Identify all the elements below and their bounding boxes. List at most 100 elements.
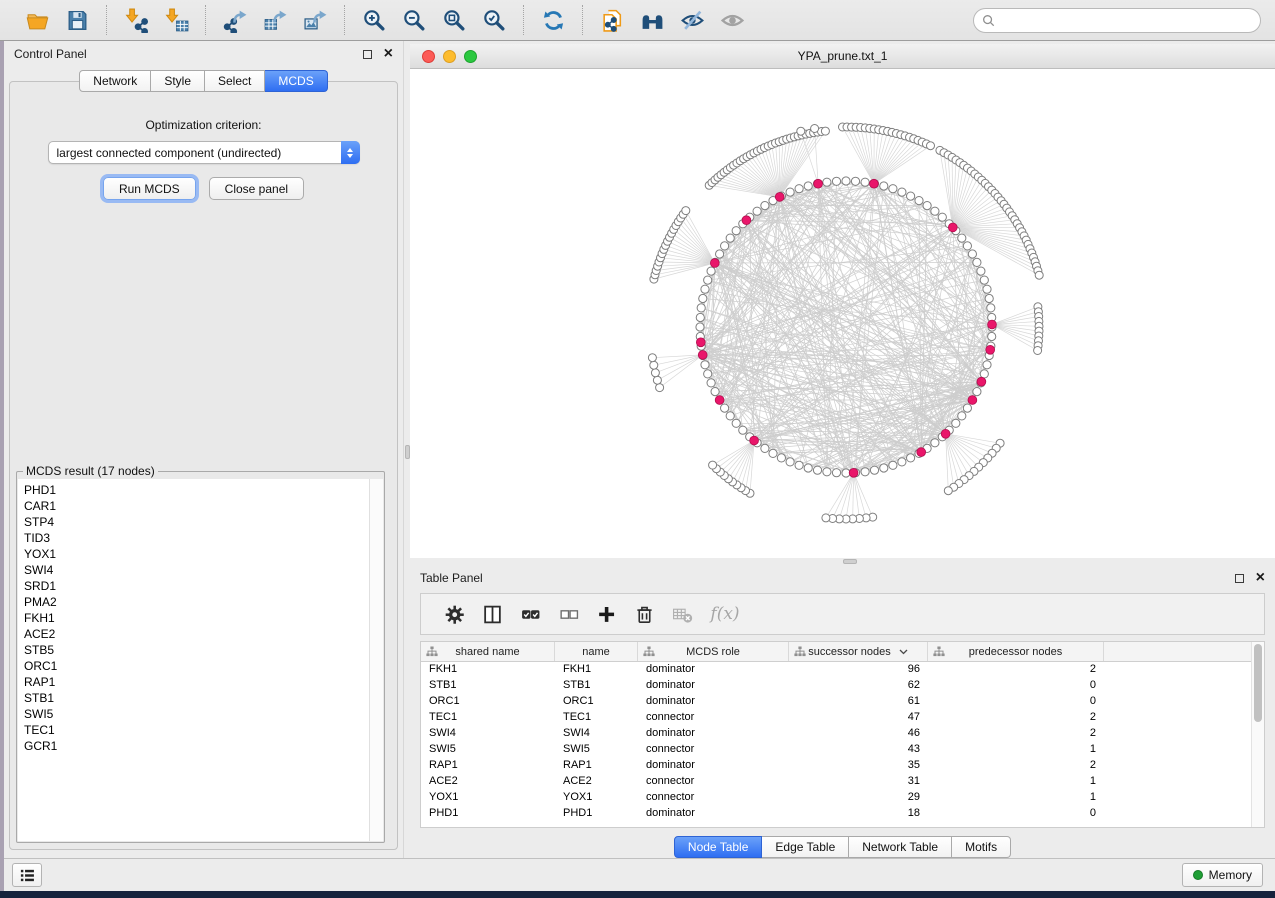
table-row[interactable]: ACE2ACE2connector311 [421, 774, 1251, 790]
column-layout-button[interactable] [473, 598, 511, 630]
mcds-result-item[interactable]: SWI4 [24, 562, 369, 578]
mcds-result-item[interactable]: STB1 [24, 690, 369, 706]
horizontal-splitter-grip[interactable] [843, 559, 857, 564]
run-mcds-button[interactable]: Run MCDS [103, 177, 196, 200]
table-cell-name[interactable]: STB1 [555, 678, 638, 694]
add-entry-button[interactable] [587, 598, 625, 630]
mcds-result-item[interactable]: STP4 [24, 514, 369, 530]
tab-network[interactable]: Network [79, 70, 151, 92]
table-cell-shared-name[interactable]: FKH1 [421, 662, 555, 678]
zoom-fit-button[interactable] [434, 5, 474, 35]
table-scrollbar-thumb[interactable] [1254, 644, 1262, 722]
mcds-result-item[interactable]: ORC1 [24, 658, 369, 674]
deselect-all-button[interactable] [549, 598, 587, 630]
float-table-panel-icon[interactable] [1235, 574, 1244, 583]
close-panel-button[interactable]: Close panel [209, 177, 304, 200]
refresh-button[interactable] [533, 5, 573, 35]
table-row[interactable]: RAP1RAP1dominator352 [421, 758, 1251, 774]
task-history-button[interactable] [12, 863, 42, 887]
search-box[interactable] [973, 8, 1261, 33]
mcds-result-item[interactable]: STB5 [24, 642, 369, 658]
zoom-in-button[interactable] [354, 5, 394, 35]
save-session-button[interactable] [57, 5, 97, 35]
table-cell-shared-name[interactable]: RAP1 [421, 758, 555, 774]
settings-button[interactable] [435, 598, 473, 630]
network-graph[interactable] [410, 69, 1275, 558]
close-table-panel-icon[interactable]: × [1256, 573, 1265, 583]
mcds-result-item[interactable]: YOX1 [24, 546, 369, 562]
table-cell-shared-name[interactable]: SWI5 [421, 742, 555, 758]
table-cell-predecessor-nodes[interactable]: 2 [928, 662, 1104, 678]
table-cell-mcds-role[interactable]: dominator [638, 678, 789, 694]
float-window-icon[interactable] [363, 50, 372, 59]
mcds-result-item[interactable]: RAP1 [24, 674, 369, 690]
table-cell-shared-name[interactable]: TEC1 [421, 710, 555, 726]
table-cell-mcds-role[interactable]: connector [638, 710, 789, 726]
table-cell-name[interactable]: TEC1 [555, 710, 638, 726]
zoom-selected-button[interactable] [474, 5, 514, 35]
table-row[interactable]: YOX1YOX1connector291 [421, 790, 1251, 806]
table-cell-name[interactable]: ORC1 [555, 694, 638, 710]
table-cell-mcds-role[interactable]: connector [638, 774, 789, 790]
tab-style[interactable]: Style [151, 70, 205, 92]
network-canvas[interactable] [410, 69, 1275, 558]
column-header-predecessor-nodes[interactable]: predecessor nodes [928, 642, 1104, 661]
mcds-list-scrollbar[interactable] [369, 479, 383, 841]
table-row[interactable]: PHD1PHD1dominator180 [421, 806, 1251, 822]
table-cell-shared-name[interactable]: PHD1 [421, 806, 555, 822]
mcds-result-item[interactable]: CAR1 [24, 498, 369, 514]
table-cell-shared-name[interactable]: YOX1 [421, 790, 555, 806]
mcds-result-list[interactable]: PHD1CAR1STP4TID3YOX1SWI4SRD1PMA2FKH1ACE2… [18, 479, 383, 841]
column-header-shared-name[interactable]: shared name [421, 642, 555, 661]
table-row[interactable]: ORC1ORC1dominator610 [421, 694, 1251, 710]
table-cell-predecessor-nodes[interactable]: 2 [928, 726, 1104, 742]
hide-selected-button[interactable] [672, 5, 712, 35]
table-cell-successor-nodes[interactable]: 46 [789, 726, 928, 742]
table-cell-shared-name[interactable]: SWI4 [421, 726, 555, 742]
table-cell-mcds-role[interactable]: dominator [638, 694, 789, 710]
table-cell-successor-nodes[interactable]: 96 [789, 662, 928, 678]
table-cell-successor-nodes[interactable]: 18 [789, 806, 928, 822]
open-file-button[interactable] [17, 5, 57, 35]
mcds-result-item[interactable]: TID3 [24, 530, 369, 546]
mcds-result-item[interactable]: TEC1 [24, 722, 369, 738]
tab-motifs[interactable]: Motifs [952, 836, 1011, 858]
tab-select[interactable]: Select [205, 70, 265, 92]
table-cell-successor-nodes[interactable]: 61 [789, 694, 928, 710]
table-cell-predecessor-nodes[interactable]: 1 [928, 790, 1104, 806]
table-cell-name[interactable]: YOX1 [555, 790, 638, 806]
table-cell-predecessor-nodes[interactable]: 2 [928, 710, 1104, 726]
tab-network-table[interactable]: Network Table [849, 836, 952, 858]
table-cell-mcds-role[interactable]: dominator [638, 726, 789, 742]
table-cell-name[interactable]: FKH1 [555, 662, 638, 678]
table-cell-predecessor-nodes[interactable]: 0 [928, 678, 1104, 694]
horizontal-splitter[interactable] [410, 558, 1275, 565]
tab-node-table[interactable]: Node Table [674, 836, 763, 858]
mcds-result-item[interactable]: SRD1 [24, 578, 369, 594]
table-row[interactable]: SWI5SWI5connector431 [421, 742, 1251, 758]
close-panel-icon[interactable]: × [384, 49, 393, 59]
select-all-button[interactable] [511, 598, 549, 630]
column-header-name[interactable]: name [555, 642, 638, 661]
criterion-dropdown[interactable]: largest connected component (undirected) [48, 141, 360, 164]
table-row[interactable]: SWI4SWI4dominator462 [421, 726, 1251, 742]
table-cell-predecessor-nodes[interactable]: 1 [928, 742, 1104, 758]
table-cell-predecessor-nodes[interactable]: 0 [928, 694, 1104, 710]
table-cell-name[interactable]: RAP1 [555, 758, 638, 774]
clone-network-button[interactable] [592, 5, 632, 35]
export-network-button[interactable] [215, 5, 255, 35]
table-cell-name[interactable]: ACE2 [555, 774, 638, 790]
mcds-result-item[interactable]: PHD1 [24, 482, 369, 498]
table-row[interactable]: TEC1TEC1connector472 [421, 710, 1251, 726]
table-cell-name[interactable]: PHD1 [555, 806, 638, 822]
table-cell-predecessor-nodes[interactable]: 0 [928, 806, 1104, 822]
table-cell-shared-name[interactable]: ACE2 [421, 774, 555, 790]
table-cell-mcds-role[interactable]: connector [638, 742, 789, 758]
search-input[interactable] [1000, 13, 1252, 27]
table-row[interactable]: FKH1FKH1dominator962 [421, 662, 1251, 678]
table-cell-successor-nodes[interactable]: 47 [789, 710, 928, 726]
export-image-button[interactable] [295, 5, 335, 35]
import-table-button[interactable] [156, 5, 196, 35]
table-cell-successor-nodes[interactable]: 31 [789, 774, 928, 790]
table-cell-predecessor-nodes[interactable]: 2 [928, 758, 1104, 774]
